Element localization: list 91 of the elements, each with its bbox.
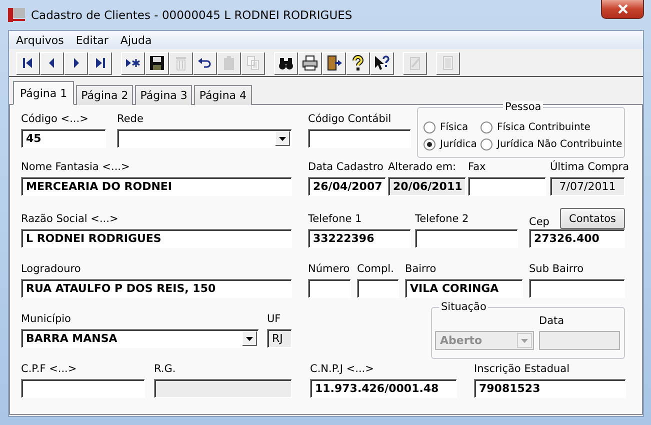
- tab[interactable]: Página 4: [194, 85, 252, 105]
- printer-button[interactable]: [298, 52, 322, 74]
- contacts-button[interactable]: Contatos: [560, 208, 625, 229]
- dropdown-field[interactable]: BARRA MANSA: [21, 329, 259, 348]
- documents-icon: [245, 55, 261, 71]
- input-field[interactable]: [357, 279, 399, 298]
- field-label: Sub Bairro: [529, 263, 585, 276]
- input-field[interactable]: 33222396: [308, 229, 411, 248]
- input-field[interactable]: 7/07/2011: [550, 177, 625, 196]
- pointer-question-icon: [374, 55, 390, 71]
- field-label: Bairro: [405, 263, 438, 276]
- menu-item[interactable]: Editar: [70, 34, 114, 46]
- radio-option[interactable]: Física Contribuinte: [480, 121, 624, 134]
- field-label: Município: [21, 313, 72, 326]
- first-record-button[interactable]: [16, 52, 40, 74]
- field-label: Código <...>: [21, 113, 90, 126]
- menu-item[interactable]: Ajuda: [114, 34, 158, 46]
- field-label: Nome Fantasia <...>: [21, 161, 131, 174]
- printer-icon: [302, 55, 318, 71]
- binoculars-icon: [278, 55, 294, 71]
- input-field[interactable]: 79081523: [474, 379, 626, 398]
- field-label: Inscrição Estadual: [474, 363, 571, 376]
- menu-item[interactable]: Arquivos: [10, 34, 70, 46]
- dropdown-field[interactable]: [117, 129, 292, 148]
- input-field[interactable]: 45: [21, 129, 106, 148]
- input-field[interactable]: L RODNEI RODRIGUES: [21, 229, 292, 248]
- new-record-button[interactable]: [121, 52, 145, 74]
- close-icon: [616, 3, 628, 15]
- field-label: C.N.P.J <...>: [310, 363, 375, 376]
- close-button[interactable]: [601, 0, 644, 19]
- input-field[interactable]: 11.973.426/0001.48: [310, 379, 457, 398]
- dropdown-arrow-icon: [279, 136, 286, 140]
- field-label: Número: [308, 263, 351, 276]
- field-label: Rede: [117, 113, 144, 126]
- tab[interactable]: Página 1: [13, 81, 74, 105]
- tab[interactable]: Página 3: [135, 85, 192, 105]
- tab[interactable]: Página 2: [76, 85, 134, 105]
- radio-option[interactable]: Jurídica: [423, 138, 480, 151]
- input-field[interactable]: 26/04/2007: [308, 177, 386, 196]
- input-field[interactable]: [529, 279, 625, 298]
- door-arrow-button[interactable]: [322, 52, 346, 74]
- input-field[interactable]: MERCEARIA DO RODNEI: [21, 177, 292, 196]
- question-mark-icon: [350, 55, 366, 71]
- field-label: C.P.F <...>: [21, 363, 78, 376]
- field-label: Telefone 2: [415, 213, 470, 226]
- field-label: Compl.: [357, 263, 395, 276]
- dropdown-arrow-icon: [521, 338, 528, 342]
- input-field[interactable]: [308, 129, 411, 148]
- input-field[interactable]: [415, 229, 518, 248]
- report-icon: [440, 55, 456, 71]
- radio-option[interactable]: Física: [423, 121, 480, 134]
- next-button[interactable]: [64, 52, 88, 74]
- undo-arrow-icon: [197, 55, 213, 71]
- group-title: Situação: [439, 301, 488, 313]
- field-label: UF: [267, 313, 282, 326]
- group-title: Pessoa: [503, 101, 544, 113]
- input-field[interactable]: [468, 177, 546, 196]
- clipboard-icon: [221, 55, 237, 71]
- input-field[interactable]: [154, 379, 292, 398]
- dropdown-arrow-icon: [246, 336, 253, 340]
- field-label: Data: [539, 315, 566, 328]
- binoculars-button[interactable]: [274, 52, 298, 74]
- window-title: Cadastro de Clientes - 00000045 L RODNEI RODRIGUES: [31, 8, 352, 22]
- input-field[interactable]: RJ: [267, 329, 292, 348]
- input-field[interactable]: [308, 279, 351, 298]
- input-field[interactable]: 20/06/2011: [388, 177, 466, 196]
- input-field[interactable]: [21, 379, 145, 398]
- question-mark-button[interactable]: [346, 52, 370, 74]
- floppy-disk-button[interactable]: [145, 52, 169, 74]
- undo-arrow-button[interactable]: [193, 52, 217, 74]
- field-label: Telefone 1: [308, 213, 363, 226]
- input-field[interactable]: [539, 331, 620, 350]
- field-label: Alterado em:: [388, 161, 458, 174]
- previous-button[interactable]: [40, 52, 64, 74]
- field-label: Data Cadastro: [308, 161, 384, 174]
- last-record-button[interactable]: [88, 52, 112, 74]
- input-field[interactable]: 27326.400: [529, 229, 625, 248]
- input-field[interactable]: RUA ATAULFO P DOS REIS, 150: [21, 279, 292, 298]
- field-label: Razão Social <...>: [21, 213, 120, 226]
- input-field[interactable]: VILA CORINGA: [405, 279, 523, 298]
- door-arrow-icon: [326, 55, 342, 71]
- document-pen-icon: [407, 55, 423, 71]
- field-label: Fax: [468, 161, 487, 174]
- pointer-question-button[interactable]: [370, 52, 394, 74]
- trash-can-icon: [173, 55, 189, 71]
- field-label: R.G.: [154, 363, 177, 376]
- field-label: Logradouro: [21, 263, 82, 276]
- field-label: Código Contábil: [308, 113, 392, 126]
- radio-option[interactable]: Jurídica Não Contribuinte: [480, 138, 624, 151]
- field-label: Cep: [529, 215, 550, 229]
- app-icon: [8, 7, 25, 23]
